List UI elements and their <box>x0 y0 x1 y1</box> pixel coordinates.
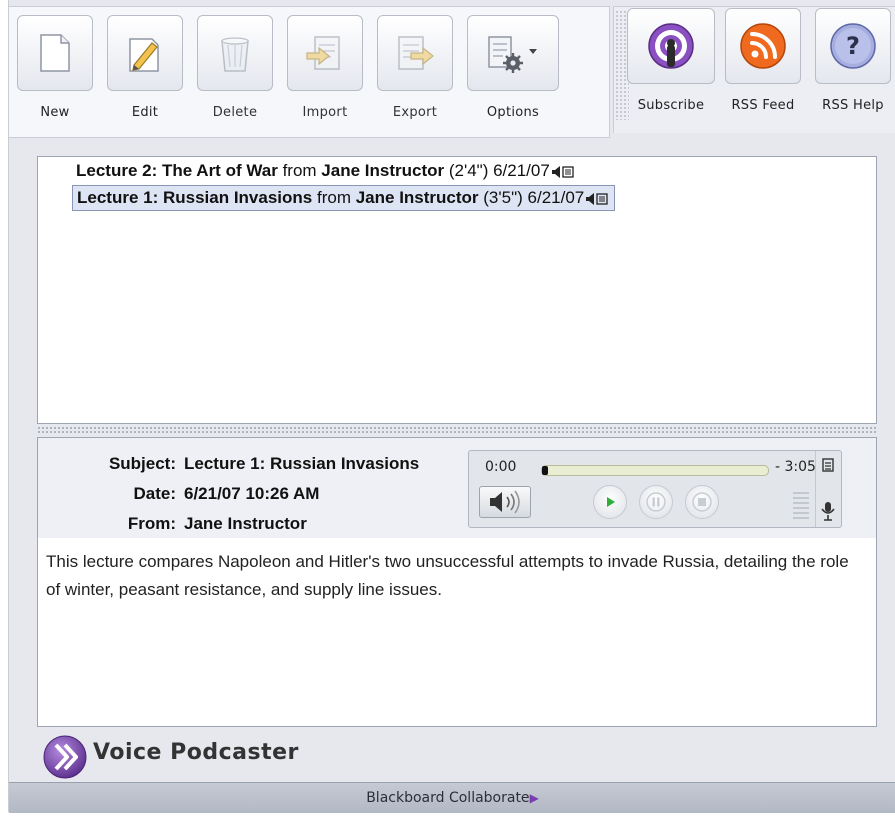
trash-can-icon <box>221 37 249 72</box>
brand-arrow-icon: ▶ <box>529 791 539 805</box>
stop-button[interactable] <box>685 485 719 519</box>
help-question-icon: ? <box>830 23 876 69</box>
lecture-list: Lecture 2: The Art of War from Jane Inst… <box>37 156 877 424</box>
delete-button[interactable]: Delete <box>195 15 275 120</box>
pane-splitter[interactable] <box>37 426 877 434</box>
new-button-label: New <box>40 105 70 120</box>
main-toolbar: New Edit Delete Import Export Options <box>9 6 610 138</box>
lecture-title: Lecture 2: The Art of War <box>76 161 278 180</box>
audio-clip-icon <box>551 165 574 178</box>
lecture-list-item[interactable]: Lecture 2: The Art of War from Jane Inst… <box>72 159 580 183</box>
brand-name: Blackboard Collaborate <box>366 790 530 806</box>
export-button-label: Export <box>392 105 438 120</box>
date-value: 6/21/07 10:26 AM <box>184 484 320 503</box>
voice-podcaster-logo-icon <box>43 735 87 779</box>
export-button[interactable]: Export <box>375 15 455 120</box>
subscribe-button-frame <box>627 8 715 84</box>
audio-player: 0:00 - 3:05 <box>468 450 842 528</box>
play-icon <box>607 497 615 507</box>
pause-icon <box>646 492 666 512</box>
player-side-strip <box>793 451 840 527</box>
from-value: Jane Instructor <box>184 514 307 533</box>
from-label: From: <box>127 514 176 533</box>
lecture-author: Jane Instructor <box>321 161 445 180</box>
import-button-frame <box>287 15 363 91</box>
audio-clip-icon <box>586 192 608 205</box>
rss-feed-button-label: RSS Feed <box>731 98 795 113</box>
rss-help-button-label: RSS Help <box>822 98 884 113</box>
lecture-detail: Subject: Lecture 1: Russian Invasions Da… <box>37 437 877 727</box>
lecture-list-item[interactable]: Lecture 1: Russian Invasions from Jane I… <box>72 185 616 211</box>
new-document-icon <box>40 34 70 72</box>
app-name: Voice Podcaster <box>93 740 299 765</box>
edit-button-frame <box>107 15 183 91</box>
speaker-volume-icon <box>490 490 520 514</box>
volume-button[interactable] <box>479 486 531 518</box>
rss-feed-button[interactable]: RSS Feed <box>723 8 803 113</box>
podcast-subscribe-icon <box>648 23 694 69</box>
rss-feed-button-frame <box>725 8 801 84</box>
export-button-frame <box>377 15 453 91</box>
edit-button[interactable]: Edit <box>105 15 185 120</box>
subscribe-button[interactable]: Subscribe <box>627 8 715 113</box>
voice-podcaster-window: New Edit Delete Import Export Options Su… <box>8 0 895 813</box>
seek-handle[interactable] <box>542 466 548 475</box>
import-button-label: Import <box>302 105 348 120</box>
stop-icon <box>692 492 712 512</box>
edit-pencil-icon <box>129 38 159 72</box>
play-button[interactable] <box>593 485 627 519</box>
rss-help-button[interactable]: ? RSS Help <box>813 8 893 113</box>
lecture-from-word: from <box>316 188 351 207</box>
import-icon <box>306 36 340 70</box>
subscribe-button-label: Subscribe <box>637 98 705 113</box>
delete-button-label: Delete <box>212 105 258 120</box>
remaining-time: - 3:05 <box>775 459 816 475</box>
lecture-from-word: from <box>282 161 317 180</box>
rss-help-button-frame: ? <box>815 8 891 84</box>
options-gear-icon <box>488 36 537 73</box>
delete-button-frame <box>197 15 273 91</box>
date-label: Date: <box>133 484 176 503</box>
edit-button-label: Edit <box>131 105 159 120</box>
menu-lines-icon[interactable] <box>817 457 839 473</box>
lecture-date: 6/21/07 <box>493 161 550 180</box>
detail-header: Subject: Lecture 1: Russian Invasions Da… <box>38 438 876 538</box>
lecture-duration: (3'5") <box>483 188 523 207</box>
options-button-label: Options <box>486 105 540 120</box>
brand-bar[interactable]: Blackboard Collaborate▶ <box>9 782 895 813</box>
svg-text:?: ? <box>846 32 860 60</box>
pause-button[interactable] <box>639 485 673 519</box>
new-button[interactable]: New <box>15 15 95 120</box>
subject-value: Lecture 1: Russian Invasions <box>184 454 420 473</box>
lecture-author: Jane Instructor <box>355 188 479 207</box>
rss-feed-icon <box>740 23 786 69</box>
microphone-stand-icon[interactable] <box>817 499 839 523</box>
new-button-frame <box>17 15 93 91</box>
subject-label: Subject: <box>108 454 176 473</box>
lecture-duration: (2'4") <box>448 161 489 180</box>
options-button[interactable]: Options <box>465 15 561 120</box>
options-button-frame <box>467 15 559 91</box>
import-button[interactable]: Import <box>285 15 365 120</box>
seek-bar[interactable] <box>541 465 769 476</box>
lecture-date: 6/21/07 <box>527 188 585 207</box>
export-icon <box>398 36 434 70</box>
current-time: 0:00 <box>485 459 517 475</box>
level-meter-icon <box>793 492 809 519</box>
lecture-title: Lecture 1: Russian Invasions <box>77 188 313 207</box>
lecture-description: This lecture compares Napoleon and Hitle… <box>46 552 849 599</box>
